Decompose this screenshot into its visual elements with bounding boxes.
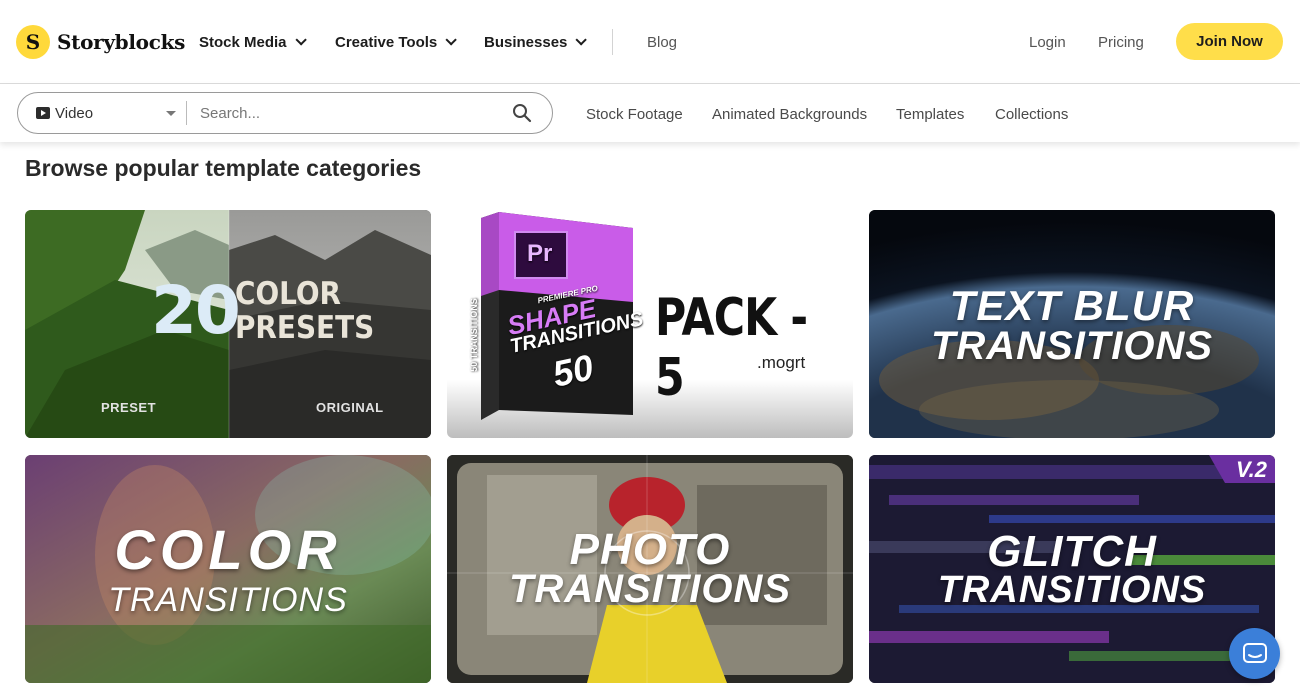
- caret-down-icon[interactable]: [166, 111, 176, 116]
- link-stock-footage[interactable]: Stock Footage: [586, 105, 683, 123]
- card-title-line1: TEXT BLUR: [949, 282, 1195, 329]
- nav-blog[interactable]: Blog: [647, 31, 677, 53]
- video-play-icon: [36, 107, 50, 119]
- chevron-down-icon: [294, 34, 307, 46]
- nav-creative-tools-label: Creative Tools: [335, 33, 438, 51]
- nav-stock-media[interactable]: Stock Media: [199, 31, 307, 53]
- nav-stock-media-label: Stock Media: [199, 33, 287, 51]
- card-title-line2: TRANSITIONS: [930, 324, 1214, 368]
- media-type-select[interactable]: Video: [36, 93, 186, 133]
- template-card-photo-transitions[interactable]: PHOTO TRANSITIONS: [447, 455, 853, 683]
- card-title-line1: COLOR: [114, 518, 342, 581]
- card-title-line2: TRANSITIONS: [508, 567, 792, 611]
- pack-title: PACK - 5: [655, 288, 808, 408]
- chat-icon: [1242, 642, 1267, 663]
- login-link[interactable]: Login: [1029, 31, 1066, 53]
- version-badge: V.2: [1235, 457, 1267, 482]
- link-templates[interactable]: Templates: [896, 105, 964, 123]
- box-line-fifty: 50: [549, 346, 597, 395]
- template-card-shape-transitions[interactable]: Pr PREMIERE PRO SHAPE TRANSITIONS 50 50 …: [447, 210, 853, 438]
- nav-businesses[interactable]: Businesses: [484, 31, 588, 53]
- join-now-button[interactable]: Join Now: [1176, 23, 1283, 60]
- premiere-logo: Pr: [527, 240, 553, 267]
- chat-button[interactable]: [1229, 628, 1280, 679]
- logo-text: Storyblocks: [57, 30, 186, 54]
- logo-icon: S: [16, 25, 50, 59]
- search-box: Video: [17, 92, 553, 134]
- link-collections[interactable]: Collections: [995, 105, 1068, 123]
- pricing-link[interactable]: Pricing: [1098, 31, 1144, 53]
- nav-creative-tools[interactable]: Creative Tools: [335, 31, 458, 53]
- card-number: 20: [151, 272, 241, 349]
- card-title-line2: TRANSITIONS: [108, 581, 348, 619]
- pack-format: .mogrt: [757, 353, 806, 372]
- nav-divider: [612, 29, 613, 55]
- search-icon[interactable]: [512, 103, 532, 123]
- search-divider: [186, 101, 187, 125]
- card-title-line2: TRANSITIONS: [937, 569, 1207, 611]
- media-type-label: Video: [55, 104, 94, 122]
- chevron-down-icon: [445, 34, 458, 46]
- card-label-preset: PRESET: [101, 400, 157, 415]
- nav-businesses-label: Businesses: [484, 33, 568, 51]
- card-line-color: COLOR: [235, 276, 342, 312]
- template-card-glitch-transitions[interactable]: V.2 GLITCH TRANSITIONS: [869, 455, 1275, 683]
- template-card-color-transitions[interactable]: COLOR TRANSITIONS: [25, 455, 431, 683]
- template-card-text-blur-transitions[interactable]: TEXT BLUR TRANSITIONS: [869, 210, 1275, 438]
- top-header: S Storyblocks Stock Media Creative Tools…: [0, 0, 1300, 84]
- template-card-color-presets[interactable]: 20 COLOR PRESETS PRESET ORIGINAL: [25, 210, 431, 438]
- card-label-original: ORIGINAL: [316, 400, 384, 415]
- chevron-down-icon: [575, 34, 588, 46]
- card-line-presets: PRESETS: [235, 310, 375, 346]
- section-title: Browse popular template categories: [25, 155, 422, 181]
- box-side-text: 50 TRANSITIONS: [468, 298, 479, 372]
- search-input[interactable]: [200, 99, 500, 127]
- storyblocks-logo[interactable]: S Storyblocks: [16, 24, 185, 60]
- link-animated-backgrounds[interactable]: Animated Backgrounds: [712, 105, 867, 123]
